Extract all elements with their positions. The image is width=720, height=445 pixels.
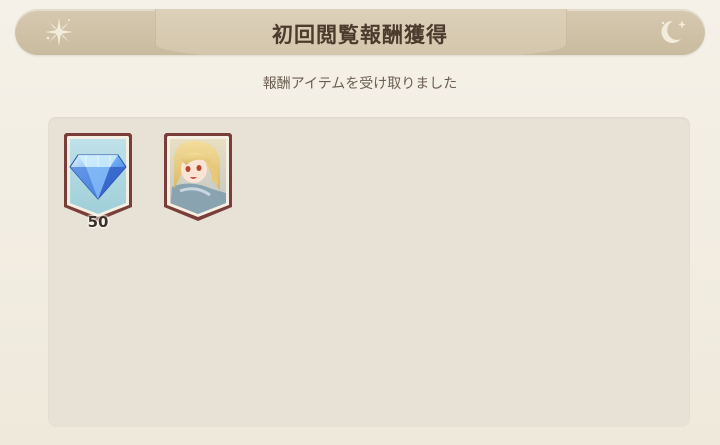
moon-icon (661, 20, 686, 43)
reward-panel: 50 (48, 117, 690, 427)
reward-received-message: 報酬アイテムを受け取りました (262, 76, 458, 92)
gem-quantity: 50 (87, 213, 109, 231)
reward-item-character[interactable] (160, 127, 236, 223)
gem-card-frame (64, 133, 132, 221)
page-title: 初回閲覧報酬獲得 (272, 23, 448, 47)
title-banner: 初回閲覧報酬獲得 (15, 9, 705, 55)
reward-item-gem[interactable]: 50 (60, 127, 136, 231)
character-portrait (164, 133, 232, 221)
